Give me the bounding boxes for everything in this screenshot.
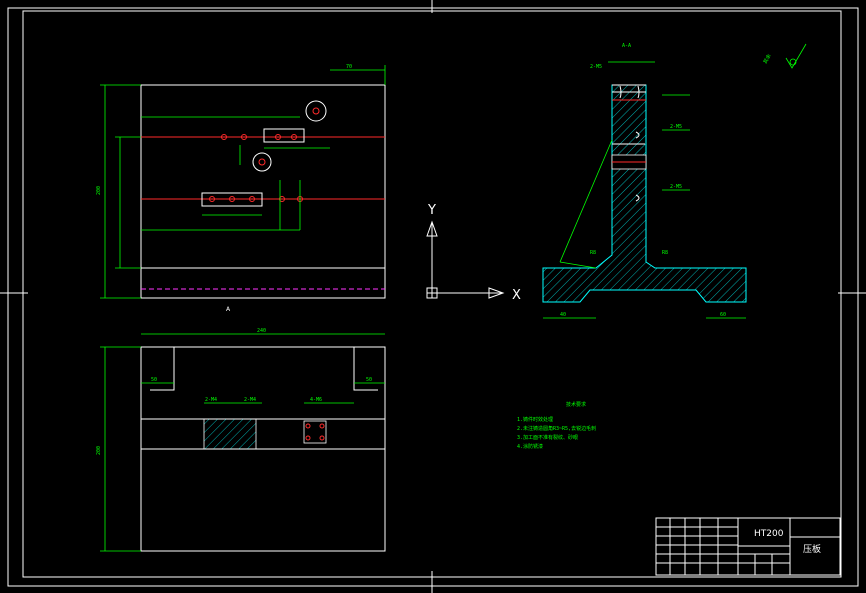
top-view: 200 70 A <box>96 64 386 313</box>
dim-tap-right: 2-M4 <box>244 397 256 403</box>
technical-notes: 技术要求 1.铸件时效处理 2.未注铸造圆角R3~R5,去锐边毛刺 3.加工面不… <box>517 401 596 450</box>
dim-hole-label: 4-M6 <box>310 397 322 403</box>
cad-drawing: 200 70 A 240 200 50 50 2-M4 2-M4 4-M6 Y … <box>0 0 866 593</box>
dim-top-offset: 70 <box>346 64 352 70</box>
ucs-x-label: X <box>512 288 521 303</box>
dim-height-left: 200 <box>96 186 102 195</box>
ucs-icon: Y X <box>426 203 521 303</box>
section-base: 40 <box>560 312 566 318</box>
roughness-symbol: 其余 <box>762 43 807 69</box>
section-r2: R8 <box>662 250 668 256</box>
section-tap-2: 2-M5 <box>670 124 682 130</box>
roughness-note: 其余 <box>762 53 773 65</box>
note-4: 4.涂防锈漆 <box>517 443 543 450</box>
dim-tap-left: 2-M4 <box>205 397 217 403</box>
section-tap-3: 2-M5 <box>670 184 682 190</box>
section-base-2: 60 <box>720 312 726 318</box>
note-1: 1.铸件时效处理 <box>517 416 553 423</box>
dim-side-left: 50 <box>151 377 157 383</box>
note-2: 2.未注铸造圆角R3~R5,去锐边毛刺 <box>517 425 596 432</box>
material-label: HT200 <box>754 529 784 539</box>
dim-overall-width: 240 <box>257 328 266 334</box>
title-block: HT200 压板 <box>655 517 841 576</box>
part-name: 压板 <box>803 543 821 555</box>
section-label: A-A <box>622 43 631 49</box>
section-tap-1: 2-M5 <box>590 64 602 70</box>
section-view: A-A 2-M5 2-M5 2-M5 R8 R8 40 60 <box>542 43 747 319</box>
ucs-y-label: Y <box>427 203 436 218</box>
notes-title: 技术要求 <box>566 401 586 408</box>
note-3: 3.加工面不准有裂纹、砂眼 <box>517 434 578 441</box>
section-r1: R8 <box>590 250 596 256</box>
view-marker-a: A <box>226 306 231 313</box>
front-view: 240 200 50 50 2-M4 2-M4 4-M6 <box>96 328 386 552</box>
dim-lower-height: 200 <box>96 446 102 455</box>
dim-side-right: 50 <box>366 377 372 383</box>
